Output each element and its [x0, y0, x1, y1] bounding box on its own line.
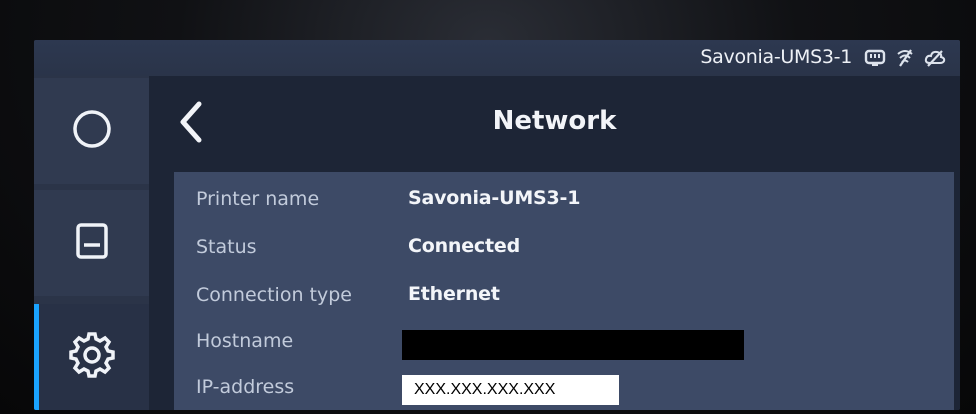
circle-icon [70, 107, 114, 155]
sidebar-item-settings[interactable] [34, 304, 149, 410]
row-label: Printer name [196, 188, 320, 210]
device-bezel: Savonia-UMS3-1 Network Printer name Savo… [0, 0, 976, 414]
active-indicator [34, 304, 39, 410]
redacted-hostname [402, 330, 744, 360]
row-value: Ethernet [408, 283, 500, 305]
row-value: Savonia-UMS3-1 [408, 187, 581, 209]
info-row-ip-address: IP-address XXX.XXX.XXX.XXX [196, 368, 936, 408]
network-icon [864, 48, 886, 68]
status-printer-name: Savonia-UMS3-1 [700, 46, 852, 68]
sidebar-item-print-status[interactable] [34, 78, 149, 184]
info-row-printer-name: Printer name Savonia-UMS3-1 [196, 180, 936, 220]
row-label: Status [196, 236, 257, 258]
info-row-hostname: Hostname [196, 322, 936, 362]
sidebar [34, 76, 149, 410]
cloud-off-icon [924, 48, 946, 68]
ip-address-value: XXX.XXX.XXX.XXX [402, 375, 619, 405]
gear-icon [68, 332, 115, 382]
row-label: Connection type [196, 284, 352, 306]
info-row-status: Status Connected [196, 228, 936, 268]
page-title: Network [492, 106, 617, 136]
wifi-off-icon [894, 48, 916, 68]
network-page: Network Printer name Savonia-UMS3-1 Stat… [149, 76, 960, 410]
row-label: IP-address [196, 376, 295, 398]
printer-screen: Savonia-UMS3-1 Network Printer name Savo… [34, 40, 960, 410]
row-label: Hostname [196, 330, 294, 352]
status-icons [864, 48, 946, 68]
network-info-panel: Printer name Savonia-UMS3-1 Status Conne… [174, 172, 954, 410]
row-value: Connected [408, 235, 520, 257]
material-icon [72, 219, 112, 267]
info-row-connection-type: Connection type Ethernet [196, 276, 936, 316]
status-bar: Savonia-UMS3-1 [34, 40, 960, 76]
sidebar-item-material[interactable] [34, 190, 149, 296]
